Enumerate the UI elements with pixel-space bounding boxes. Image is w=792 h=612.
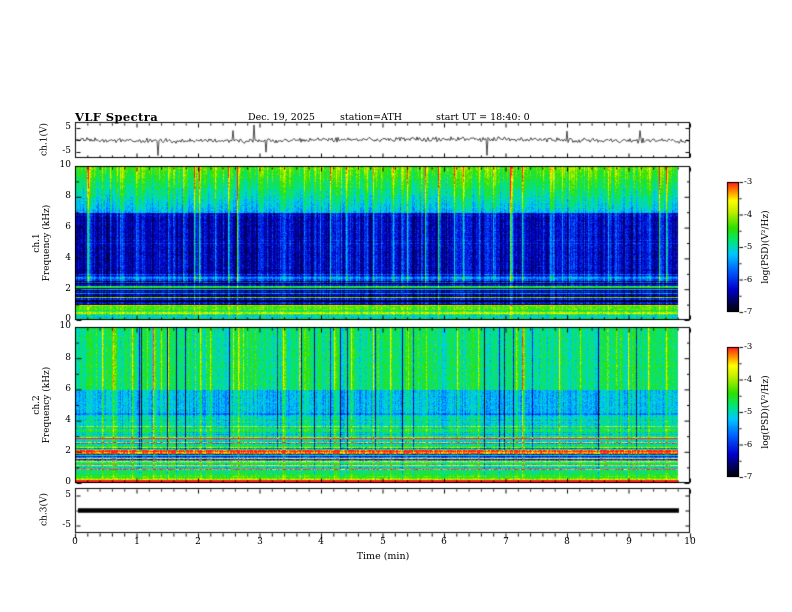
colorbar-tick-label: -7 <box>744 472 753 482</box>
freq-tick-label: 8 <box>65 191 71 201</box>
time-tick-label: 4 <box>318 537 324 547</box>
colorbar-tick-label: -6 <box>744 440 753 450</box>
freq-tick-label: 6 <box>65 222 71 232</box>
freq-tick-label: 2 <box>65 284 71 294</box>
colorbar-tick-label: -6 <box>744 275 753 285</box>
colorbar-tick-label: -7 <box>744 307 753 317</box>
freq-tick-label: 2 <box>65 446 71 456</box>
colorbar-tick-label: -5 <box>744 407 753 417</box>
vlf-spectra-figure: VLF Spectra Dec. 19, 2025 station=ATH st… <box>0 0 792 612</box>
time-tick-label: 5 <box>380 537 386 547</box>
freq-tick-label: 6 <box>65 384 71 394</box>
colorbar-tick-label: -4 <box>744 210 753 220</box>
time-tick-label: 7 <box>503 537 509 547</box>
freq-tick-label: 4 <box>65 415 71 425</box>
freq-tick-label: 10 <box>59 321 71 331</box>
time-tick-label: 3 <box>257 537 263 547</box>
time-tick-label: 1 <box>134 537 140 547</box>
time-axis-label: Time (min) <box>356 551 410 562</box>
ch2-name-text: ch.2 <box>32 395 42 415</box>
ch1v-tick-label: 5 <box>65 122 71 132</box>
colorbar-tick-label: -3 <box>744 342 753 352</box>
freq-tick-label: 0 <box>65 477 71 487</box>
time-tick-label: 8 <box>564 537 570 547</box>
ch3v-tick-label: -5 <box>62 520 71 530</box>
time-tick-label: 9 <box>626 537 632 547</box>
time-tick-label: 6 <box>441 537 447 547</box>
ch3v-tick-label: 5 <box>65 490 71 500</box>
colorbar-tick-label: -3 <box>744 177 753 187</box>
axes-ticks-canvas <box>0 0 792 612</box>
ch1v-tick-label: -5 <box>62 146 71 156</box>
time-tick-label: 0 <box>72 537 78 547</box>
colorbar-tick-label: -5 <box>744 242 753 252</box>
freq-tick-label: 4 <box>65 253 71 263</box>
ch1-name-text: ch.1 <box>32 233 42 253</box>
colorbar-tick-label: -4 <box>744 375 753 385</box>
freq-tick-label: 10 <box>59 160 71 170</box>
time-tick-label: 10 <box>684 537 696 547</box>
time-tick-label: 2 <box>195 537 201 547</box>
freq-tick-label: 8 <box>65 353 71 363</box>
